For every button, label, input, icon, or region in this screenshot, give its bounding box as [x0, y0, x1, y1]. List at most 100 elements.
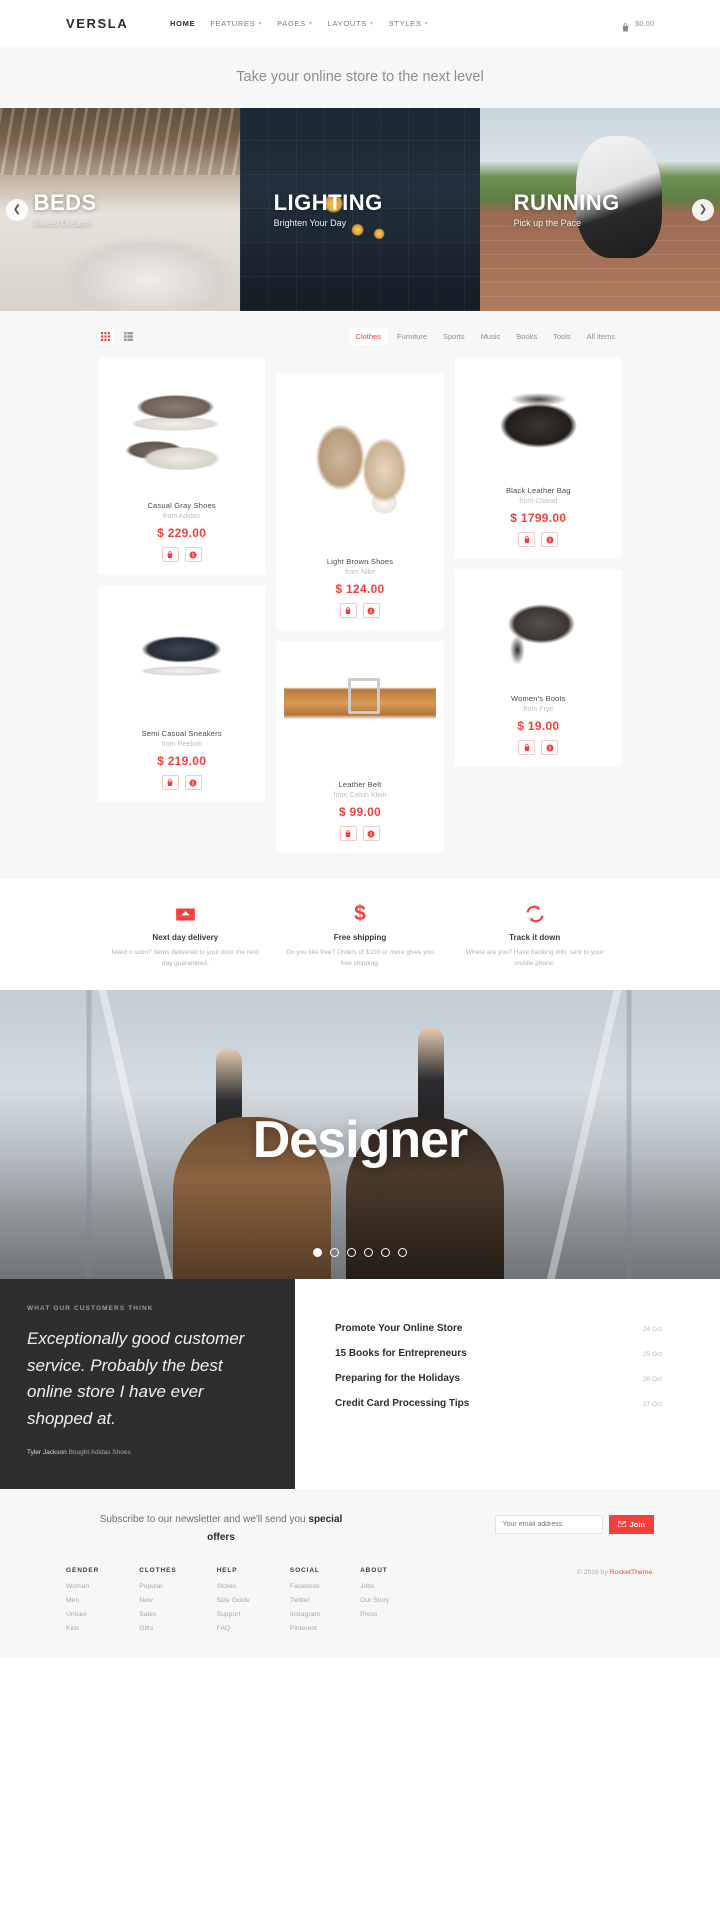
footer-link[interactable]: Woman — [66, 1583, 99, 1590]
footer-link[interactable]: New — [139, 1597, 176, 1604]
blog-post-row[interactable]: Preparing for the Holidays 26 Oct — [335, 1373, 662, 1384]
testimonial-label: WHAT OUR CUSTOMERS THINK — [27, 1304, 154, 1312]
category-filter-music[interactable]: Music — [474, 328, 508, 345]
services-wrapper: Next day delivery Need it soon? Items de… — [0, 879, 720, 990]
product-info-icon[interactable] — [541, 532, 559, 547]
footer-link[interactable]: FAQ — [217, 1625, 250, 1632]
product-image — [462, 371, 614, 476]
footer-link[interactable]: Popular — [139, 1583, 176, 1590]
footer-link[interactable]: Unisex — [66, 1611, 99, 1618]
add-to-cart-icon[interactable] — [518, 532, 536, 547]
nav-item-features[interactable]: FEATURES ▾ — [210, 19, 262, 28]
chevron-left-icon[interactable]: ❮ — [6, 198, 28, 221]
dollar-sign-icon: $ — [354, 902, 366, 925]
footer-link[interactable]: Men — [66, 1597, 99, 1604]
service-title: Track it down — [509, 933, 561, 942]
blog-post-title[interactable]: Preparing for the Holidays — [335, 1373, 460, 1384]
product-card[interactable]: Light Brown Shoes from Nike $ 124.00 — [276, 373, 444, 630]
chevron-down-icon: ▾ — [424, 20, 429, 27]
footer-link[interactable]: Size Guide — [217, 1597, 250, 1604]
hero-slide-running[interactable]: RUNNING Pick up the Pace — [480, 108, 720, 311]
copyright: © 2016 by RocketTheme. — [577, 1567, 654, 1639]
product-card[interactable]: Leather Belt from Calvin Klein $ 99.00 — [276, 641, 444, 853]
category-filter-books[interactable]: Books — [509, 328, 544, 345]
blog-post-row[interactable]: Credit Card Processing Tips 27 Oct — [335, 1398, 662, 1409]
product-info-icon[interactable] — [184, 547, 202, 562]
blog-post-date: 27 Oct — [642, 1400, 662, 1408]
list-view-icon[interactable] — [121, 329, 136, 344]
nav-item-layouts[interactable]: LAYOUTS ▾ — [328, 19, 374, 28]
footer-link[interactable]: Support — [217, 1611, 250, 1618]
footer-link[interactable]: Pinterest — [290, 1625, 320, 1632]
hero-slider: BEDS Sweet Dreams LIGHTING Brighten Your… — [0, 108, 720, 311]
product-card[interactable]: Women's Boots from Frye $ 19.00 — [454, 570, 622, 767]
nav-item-styles[interactable]: STYLES ▾ — [389, 19, 429, 28]
hero-slide-beds[interactable]: BEDS Sweet Dreams — [0, 108, 240, 311]
product-card[interactable]: Casual Gray Shoes from Adidas $ 229.00 — [98, 357, 266, 574]
category-filter-furniture[interactable]: Furniture — [390, 328, 434, 345]
add-to-cart-icon[interactable] — [339, 826, 357, 841]
footer-link[interactable]: Twitter — [290, 1597, 320, 1604]
banner-dot[interactable] — [330, 1247, 339, 1257]
copyright-brand[interactable]: RocketTheme. — [610, 1569, 654, 1576]
nav-item-pages[interactable]: PAGES ▾ — [277, 19, 313, 28]
newsletter-email-input[interactable] — [494, 1514, 603, 1534]
blog-post-row[interactable]: Promote Your Online Store 24 Oct — [335, 1323, 662, 1334]
cart-widget[interactable]: $0.00 — [621, 19, 654, 31]
add-to-cart-icon[interactable] — [161, 547, 179, 562]
footer-link[interactable]: Instagram — [290, 1611, 320, 1618]
newsletter-form: Join — [494, 1514, 654, 1534]
nav-item-home[interactable]: HOME — [170, 19, 195, 28]
footer-column-social: SOCIAL Facebook Twitter Instagram Pinterest — [290, 1567, 320, 1639]
banner-dot[interactable] — [381, 1247, 390, 1257]
product-info-icon[interactable] — [541, 740, 559, 755]
category-filter-sports[interactable]: Sports — [436, 328, 472, 345]
category-filter-tools[interactable]: Tools — [546, 328, 578, 345]
product-brand: from Nike — [345, 569, 375, 576]
product-column-3: Black Leather Bag from Chanel $ 1799.00 … — [454, 357, 622, 767]
category-filter-clothes[interactable]: Clothes — [348, 327, 388, 345]
blog-post-title[interactable]: Promote Your Online Store — [335, 1323, 462, 1334]
footer-link[interactable]: Our Story — [360, 1597, 389, 1604]
product-price: $ 124.00 — [335, 582, 385, 596]
product-info-icon[interactable] — [184, 775, 202, 790]
product-actions — [106, 547, 257, 562]
footer-link[interactable]: Kids — [66, 1625, 99, 1632]
hero-slide-lighting[interactable]: LIGHTING Brighten Your Day — [240, 108, 480, 311]
product-info-icon[interactable] — [362, 826, 380, 841]
blog-post-date: 26 Oct — [642, 1375, 662, 1383]
blog-post-row[interactable]: 15 Books for Entrepreneurs 25 Oct — [335, 1348, 662, 1359]
footer-link[interactable]: Gifts — [139, 1625, 176, 1632]
product-card[interactable]: Semi Casual Sneakers from Reebok $ 219.0… — [98, 585, 266, 802]
testimonial-quote: Exceptionally good customer service. Pro… — [27, 1328, 245, 1429]
category-filter-all-items[interactable]: All items — [580, 328, 622, 345]
add-to-cart-icon[interactable] — [161, 775, 179, 790]
blog-post-title[interactable]: 15 Books for Entrepreneurs — [335, 1348, 467, 1359]
product-filter-bar: Clothes Furniture Sports Music Books Tools All… — [98, 325, 622, 347]
footer-link[interactable]: Jobs — [360, 1583, 389, 1590]
banner-dot[interactable] — [347, 1247, 356, 1257]
product-name: Casual Gray Shoes — [147, 501, 216, 510]
add-to-cart-icon[interactable] — [339, 603, 357, 618]
chevron-right-icon[interactable]: ❯ — [692, 198, 714, 221]
main-navigation: HOME FEATURES ▾ PAGES ▾ LAYOUTS ▾ STYLES ▾ — [170, 19, 428, 28]
banner-dot[interactable] — [364, 1247, 373, 1257]
grid-view-icon[interactable] — [98, 328, 113, 344]
site-header: VERSLA HOME FEATURES ▾ PAGES ▾ LAYOUTS ▾ STYLES… — [0, 0, 720, 46]
newsletter-text-start: Subscribe to our newsletter and we'll se… — [99, 1513, 309, 1525]
footer-link[interactable]: Stores — [217, 1583, 250, 1590]
newsletter-join-button[interactable]: Join — [608, 1514, 654, 1534]
brand-logo[interactable]: VERSLA — [66, 16, 128, 31]
banner-dot[interactable] — [398, 1247, 407, 1257]
copyright-pre: © 2016 by — [576, 1568, 610, 1576]
product-card[interactable]: Black Leather Bag from Chanel $ 1799.00 — [454, 357, 622, 559]
footer-column-help: HELP Stores Size Guide Support FAQ — [217, 1567, 250, 1639]
testimonial-author: Tyler Jackson — [27, 1449, 67, 1457]
banner-dot[interactable] — [313, 1247, 322, 1257]
footer-link[interactable]: Press — [360, 1611, 389, 1618]
footer-link[interactable]: Sales — [139, 1611, 176, 1618]
footer-link[interactable]: Facebook — [290, 1583, 320, 1590]
blog-post-title[interactable]: Credit Card Processing Tips — [335, 1398, 469, 1409]
add-to-cart-icon[interactable] — [518, 740, 536, 755]
product-info-icon[interactable] — [362, 603, 380, 618]
